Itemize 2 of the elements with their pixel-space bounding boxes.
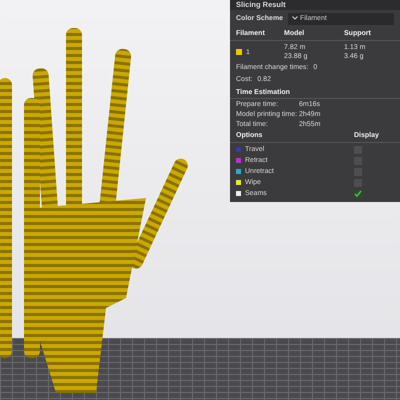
caret-icon: [292, 16, 298, 20]
display-checkbox[interactable]: [354, 190, 362, 198]
